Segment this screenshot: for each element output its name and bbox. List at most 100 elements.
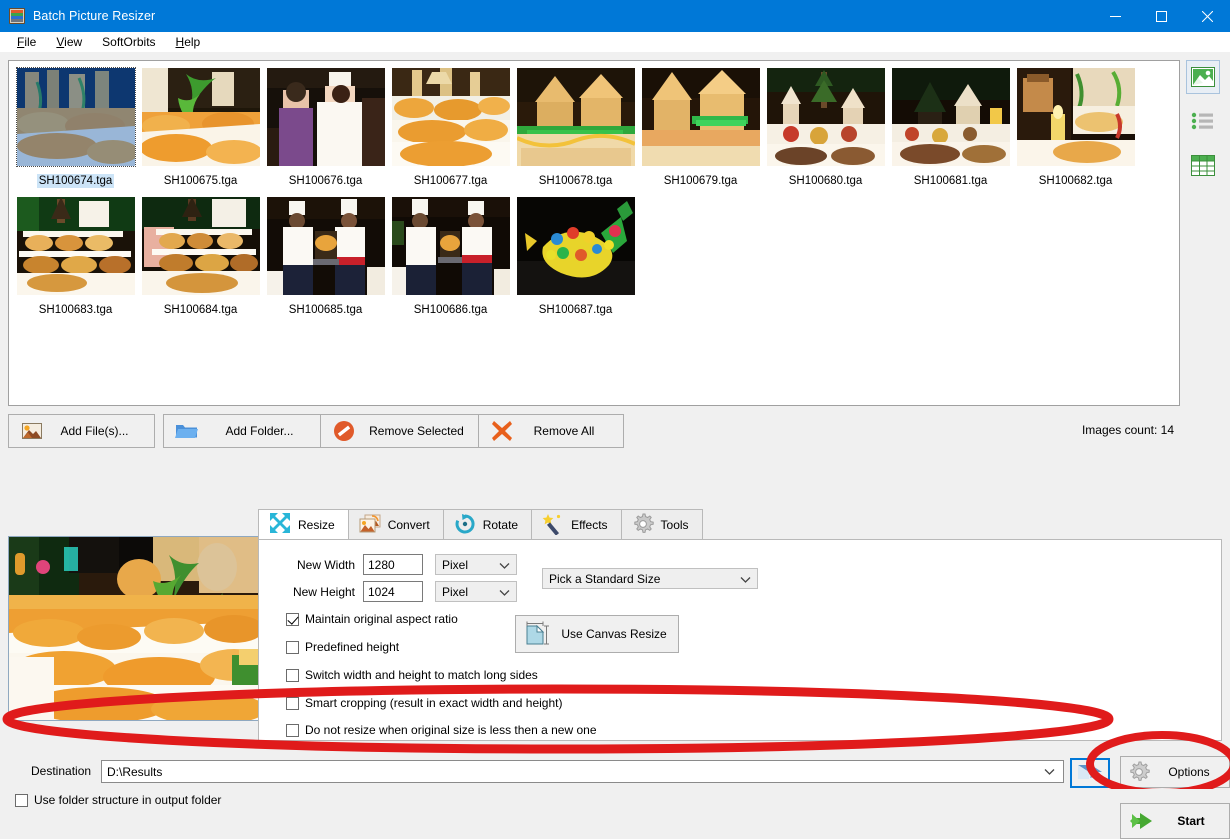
thumbnail-label: SH100683.tga <box>38 304 113 316</box>
thumbnail-item[interactable]: SH100676.tga <box>263 65 388 188</box>
tab-convert[interactable]: Convert <box>347 509 444 540</box>
checkbox-maintain-aspect-ratio[interactable]: Maintain original aspect ratio <box>286 612 458 626</box>
thumbnail-item[interactable]: SH100677.tga <box>388 65 513 188</box>
checkbox-predefined-height[interactable]: Predefined height <box>286 640 399 654</box>
gear-icon <box>1121 761 1157 783</box>
new-width-row: New Width Pixel <box>277 554 517 575</box>
new-height-input[interactable] <box>363 581 423 602</box>
destination-input[interactable]: D:\Results <box>101 760 1064 783</box>
maximize-button[interactable] <box>1138 0 1184 32</box>
thumbnail-image <box>266 197 385 295</box>
thumbnail-item[interactable]: SH100685.tga <box>263 194 388 317</box>
tab-resize[interactable]: Resize <box>258 509 349 540</box>
thumbnail-label: SH100685.tga <box>288 304 363 316</box>
images-count-label: Images count: 14 <box>1081 423 1174 437</box>
thumbnail-image <box>516 68 635 166</box>
menu-help[interactable]: Help <box>167 33 210 51</box>
browse-destination-button[interactable] <box>1070 758 1110 788</box>
thumbnail-image-wrap <box>266 197 385 295</box>
standard-size-value: Pick a Standard Size <box>549 571 661 586</box>
remove-selected-button[interactable]: Remove Selected <box>320 414 487 448</box>
checkbox-smart-cropping[interactable]: Smart cropping (result in exact width an… <box>286 696 562 710</box>
menu-file[interactable]: File <box>8 33 45 51</box>
thumbnail-item[interactable]: SH100681.tga <box>888 65 1013 188</box>
title-bar: Batch Picture Resizer <box>0 0 1230 32</box>
standard-size-select[interactable]: Pick a Standard Size <box>542 568 758 589</box>
new-width-unit-select[interactable]: Pixel <box>435 554 517 575</box>
tab-rotate[interactable]: Rotate <box>442 509 533 540</box>
new-height-unit-select[interactable]: Pixel <box>435 581 517 602</box>
thumbnail-image-wrap <box>16 197 135 295</box>
new-height-label: New Height <box>292 584 355 599</box>
menu-bar: File View SoftOrbits Help <box>0 32 1230 52</box>
x-mark-icon <box>485 420 519 442</box>
thumbnail-item[interactable]: SH100686.tga <box>388 194 513 317</box>
thumbnail-item[interactable]: SH100675.tga <box>138 65 263 188</box>
thumbnail-label: SH100681.tga <box>913 175 988 187</box>
thumbnail-grid: SH100674.tga SH100675.tga SH100676.tga S… <box>9 61 1179 323</box>
checkbox-box <box>286 640 299 654</box>
file-list[interactable]: SH100674.tga SH100675.tga SH100676.tga S… <box>8 60 1180 406</box>
start-button[interactable]: Start <box>1120 803 1230 839</box>
checkbox-switch-width-height-label: Switch width and height to match long si… <box>305 668 538 682</box>
add-files-button[interactable]: Add File(s)... <box>8 414 155 448</box>
resize-panel: New Width Pixel New Height Pixel Pick a … <box>258 539 1222 741</box>
thumbnail-image <box>516 197 635 295</box>
use-folder-structure-checkbox[interactable]: Use folder structure in output folder <box>15 793 221 807</box>
convert-image-icon <box>359 514 381 537</box>
start-label: Start <box>1177 814 1205 828</box>
new-height-unit-value: Pixel <box>442 584 469 599</box>
green-arrow-icon <box>1121 811 1163 831</box>
thumbnail-image-wrap <box>141 197 260 295</box>
thumbnail-image-wrap <box>516 197 635 295</box>
use-folder-structure-label: Use folder structure in output folder <box>34 793 222 807</box>
tab-convert-label: Convert <box>387 518 430 532</box>
gear-icon <box>632 513 654 538</box>
window-controls <box>1092 0 1230 32</box>
rotate-arrow-icon <box>454 513 476 538</box>
remove-selected-label: Remove Selected <box>361 424 486 438</box>
thumbnail-item[interactable]: SH100680.tga <box>763 65 888 188</box>
no-entry-icon <box>327 420 361 442</box>
close-button[interactable] <box>1184 0 1230 32</box>
checkbox-switch-width-height[interactable]: Switch width and height to match long si… <box>286 668 538 682</box>
magic-wand-icon <box>542 513 564 538</box>
tab-effects[interactable]: Effects <box>531 509 622 540</box>
add-folder-text: Add Folder... <box>225 424 294 438</box>
tab-resize-label: Resize <box>298 517 335 532</box>
view-mode-toolbar <box>1186 60 1222 192</box>
thumbnail-item[interactable]: SH100682.tga <box>1013 65 1138 188</box>
thumbnail-item[interactable]: SH100679.tga <box>638 65 763 188</box>
thumbnail-label: SH100676.tga <box>288 175 363 187</box>
add-folder-button[interactable]: Add Folder... <box>163 414 330 448</box>
destination-row: Destination D:\Results Options Start <box>8 756 1230 839</box>
menu-softorbits[interactable]: SoftOrbits <box>93 33 164 51</box>
checkbox-box <box>286 668 299 682</box>
thumbnail-image <box>16 197 135 295</box>
use-canvas-resize-button[interactable]: Use Canvas Resize <box>515 615 679 653</box>
tab-tools[interactable]: Tools <box>620 509 703 540</box>
thumbnail-item[interactable]: SH100678.tga <box>513 65 638 188</box>
thumbnail-item[interactable]: SH100687.tga <box>513 194 638 317</box>
destination-label: Destination <box>31 764 92 778</box>
remove-all-button[interactable]: Remove All <box>478 414 624 448</box>
checkbox-do-not-resize[interactable]: Do not resize when original size is less… <box>286 723 597 737</box>
menu-view[interactable]: View <box>47 33 91 51</box>
list-view-button[interactable] <box>1186 104 1220 138</box>
thumbnail-item[interactable]: SH100674.tga <box>13 65 138 188</box>
checkbox-box <box>286 612 299 626</box>
thumbnail-label: SH100684.tga <box>163 304 238 316</box>
details-view-button[interactable] <box>1186 148 1220 182</box>
thumbnail-item[interactable]: SH100683.tga <box>13 194 138 317</box>
thumbnail-image <box>266 68 385 166</box>
thumbnail-item[interactable]: SH100684.tga <box>138 194 263 317</box>
chevron-down-icon <box>1044 765 1055 779</box>
thumbnail-image <box>391 197 510 295</box>
thumbnail-view-button[interactable] <box>1186 60 1220 94</box>
new-width-input[interactable] <box>363 554 423 575</box>
options-button[interactable]: Options <box>1120 756 1230 788</box>
minimize-button[interactable] <box>1092 0 1138 32</box>
thumbnail-image-wrap <box>141 68 260 166</box>
remove-all-text: Remove All <box>533 424 595 438</box>
add-files-text: Add File(s)... <box>60 424 129 438</box>
